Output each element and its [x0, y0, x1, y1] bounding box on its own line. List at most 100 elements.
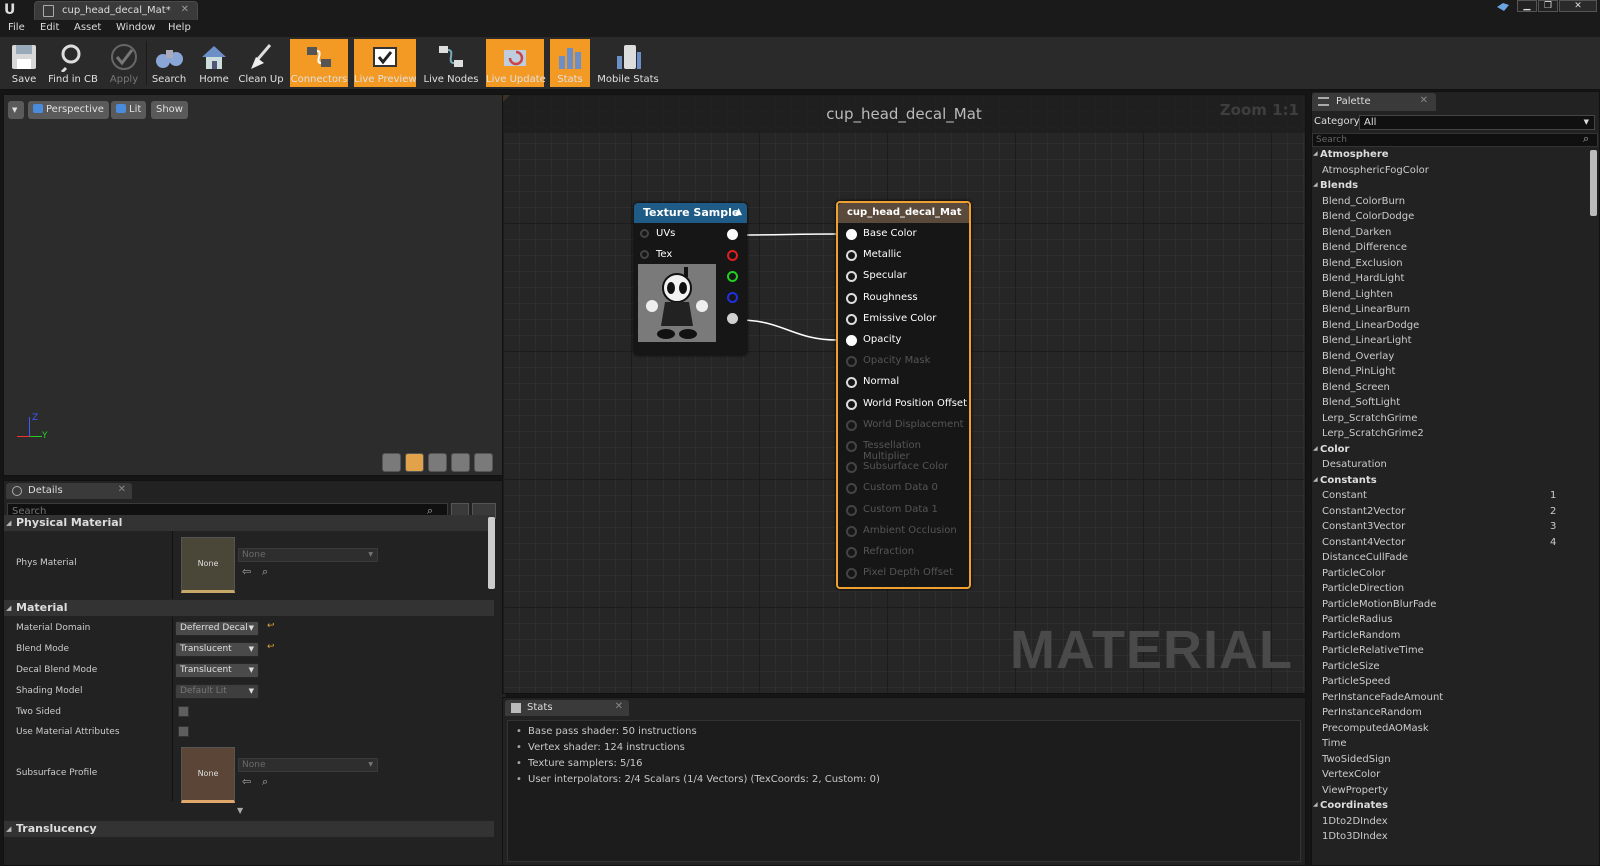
material-input-pin[interactable] [846, 335, 857, 346]
material-input-pin[interactable] [846, 271, 857, 283]
palette-item[interactable]: DistanceCullFade [1322, 552, 1552, 563]
material-input-pin[interactable] [846, 419, 857, 431]
palette-item[interactable]: ParticleRandom [1322, 630, 1552, 641]
palette-search-input[interactable]: Search [1312, 133, 1598, 147]
material-graph-canvas[interactable]: cup_head_decal_Mat Zoom 1:1 MATERIAL Tex… [502, 94, 1306, 694]
material-output-node[interactable]: cup_head_decal_Mat Base Color Metallic Spe… [836, 201, 971, 589]
minimize-button[interactable]: ▁ [1517, 0, 1537, 12]
palette-category[interactable]: Coordinates [1313, 800, 1388, 811]
rgb-output-pin[interactable] [727, 229, 738, 240]
live-nodes-button[interactable]: Live Nodes [422, 39, 480, 87]
section-material[interactable]: Material [4, 600, 494, 616]
palette-item[interactable]: ViewProperty [1322, 785, 1552, 796]
palette-item[interactable]: ParticleRelativeTime [1322, 645, 1552, 656]
save-button[interactable]: Save [4, 39, 44, 87]
palette-item[interactable]: PerInstanceFadeAmount [1322, 692, 1552, 703]
details-tab[interactable]: Details ✕ [6, 483, 132, 499]
palette-item[interactable]: Blend_LinearBurn [1322, 304, 1552, 315]
subsurface-profile-thumbnail[interactable]: None [181, 747, 235, 803]
palette-item[interactable]: Constant3Vector [1322, 521, 1552, 532]
palette-item[interactable]: Lerp_ScratchGrime2 [1322, 428, 1552, 439]
lit-button[interactable]: Lit [111, 101, 147, 119]
home-button[interactable]: Home [194, 39, 234, 87]
reset-to-default-icon[interactable]: ↩ [267, 642, 275, 652]
palette-item[interactable]: PrecomputedAOMask [1322, 723, 1552, 734]
use-material-attributes-checkbox[interactable] [178, 726, 189, 737]
live-update-button[interactable]: Live Update [486, 39, 546, 87]
use-selected-arrow-icon[interactable]: ⇦ [242, 775, 251, 788]
menu-file[interactable]: File [8, 22, 25, 33]
palette-tab[interactable]: Palette ✕ [1312, 93, 1436, 111]
details-scrollbar[interactable] [488, 517, 495, 589]
material-input-pin[interactable] [846, 547, 857, 558]
palette-item[interactable]: 1Dto3DIndex [1322, 831, 1552, 842]
alpha-output-pin[interactable] [727, 313, 738, 324]
preview-mesh-button[interactable] [474, 453, 493, 472]
material-input-pin[interactable] [846, 250, 857, 262]
palette-item[interactable]: Blend_SoftLight [1322, 397, 1552, 408]
phys-material-combo[interactable]: None [238, 548, 378, 562]
clean-up-button[interactable]: Clean Up [238, 39, 284, 87]
palette-item[interactable]: Blend_HardLight [1322, 273, 1552, 284]
subsurface-profile-combo[interactable]: None [238, 758, 378, 772]
palette-item[interactable]: ParticleColor [1322, 568, 1552, 579]
connectors-button[interactable]: Connectors [290, 39, 348, 87]
decal-blend-mode-dropdown[interactable]: Translucent [175, 663, 259, 678]
live-preview-button[interactable]: Live Preview [354, 39, 417, 87]
material-input-pin[interactable] [846, 568, 857, 580]
palette-item[interactable]: Blend_Difference [1322, 242, 1552, 253]
palette-item[interactable]: 1Dto2DIndex [1322, 816, 1552, 827]
stats-button[interactable]: Stats [550, 39, 590, 87]
palette-item[interactable]: ParticleSize [1322, 661, 1552, 672]
material-input-pin[interactable] [846, 292, 857, 304]
material-input-pin[interactable] [846, 441, 857, 452]
shading-model-dropdown[interactable]: Default Lit [175, 684, 259, 699]
material-input-pin[interactable] [846, 229, 857, 240]
two-sided-checkbox[interactable] [178, 706, 189, 717]
material-input-pin[interactable] [846, 462, 857, 474]
uvs-input-pin[interactable] [640, 229, 649, 238]
preview-viewport[interactable]: ▼ Perspective Lit Show Z Y [3, 94, 507, 476]
material-input-pin[interactable] [846, 313, 857, 325]
search-button[interactable]: Search [148, 39, 190, 87]
viewport-options-button[interactable]: ▼ [8, 101, 24, 119]
palette-item[interactable]: ParticleRadius [1322, 614, 1552, 625]
palette-item[interactable]: Desaturation [1322, 459, 1552, 470]
blue-output-pin[interactable] [727, 292, 738, 303]
mobile-stats-button[interactable]: Mobile Stats [596, 39, 660, 87]
palette-item[interactable]: Constant [1322, 490, 1552, 501]
palette-item[interactable]: ParticleMotionBlurFade [1322, 599, 1552, 610]
document-tab[interactable]: cup_head_decal_Mat* ✕ [34, 1, 198, 20]
menu-asset[interactable]: Asset [74, 22, 101, 33]
close-window-button[interactable]: ✕ [1559, 0, 1597, 12]
close-palette-icon[interactable]: ✕ [1420, 95, 1428, 106]
feedback-bird-icon[interactable] [1496, 2, 1510, 12]
show-button[interactable]: Show [151, 101, 188, 119]
palette-scrollbar[interactable] [1590, 150, 1597, 216]
palette-item[interactable]: Constant2Vector [1322, 506, 1552, 517]
maximize-button[interactable]: ❐ [1538, 0, 1558, 12]
texture-sample-node[interactable]: Texture Sample ▲ UVs Tex [634, 203, 747, 355]
palette-item[interactable]: Blend_Overlay [1322, 351, 1552, 362]
palette-category[interactable]: Color [1313, 444, 1350, 455]
preview-sphere-button[interactable] [405, 453, 424, 472]
close-stats-icon[interactable]: ✕ [615, 701, 623, 712]
browse-search-icon[interactable]: ⌕ [262, 565, 268, 579]
expand-advanced-chevron-icon[interactable]: ▼ [237, 806, 243, 815]
menu-help[interactable]: Help [168, 22, 191, 33]
menu-window[interactable]: Window [116, 22, 155, 33]
section-translucency[interactable]: Translucency [4, 821, 494, 837]
menu-edit[interactable]: Edit [40, 22, 59, 33]
use-selected-arrow-icon[interactable]: ⇦ [242, 565, 251, 578]
palette-category[interactable]: Constants [1313, 475, 1377, 486]
material-input-pin[interactable] [846, 483, 857, 495]
preview-cube-button[interactable] [451, 453, 470, 472]
palette-item[interactable]: Blend_LinearLight [1322, 335, 1552, 346]
palette-item[interactable]: Time [1322, 738, 1552, 749]
palette-item[interactable]: Blend_ColorBurn [1322, 196, 1552, 207]
tex-input-pin[interactable] [640, 250, 649, 259]
apply-button[interactable]: Apply [104, 39, 144, 87]
material-input-pin[interactable] [846, 377, 857, 389]
palette-item[interactable]: Lerp_ScratchGrime [1322, 413, 1552, 424]
material-input-pin[interactable] [846, 504, 857, 516]
